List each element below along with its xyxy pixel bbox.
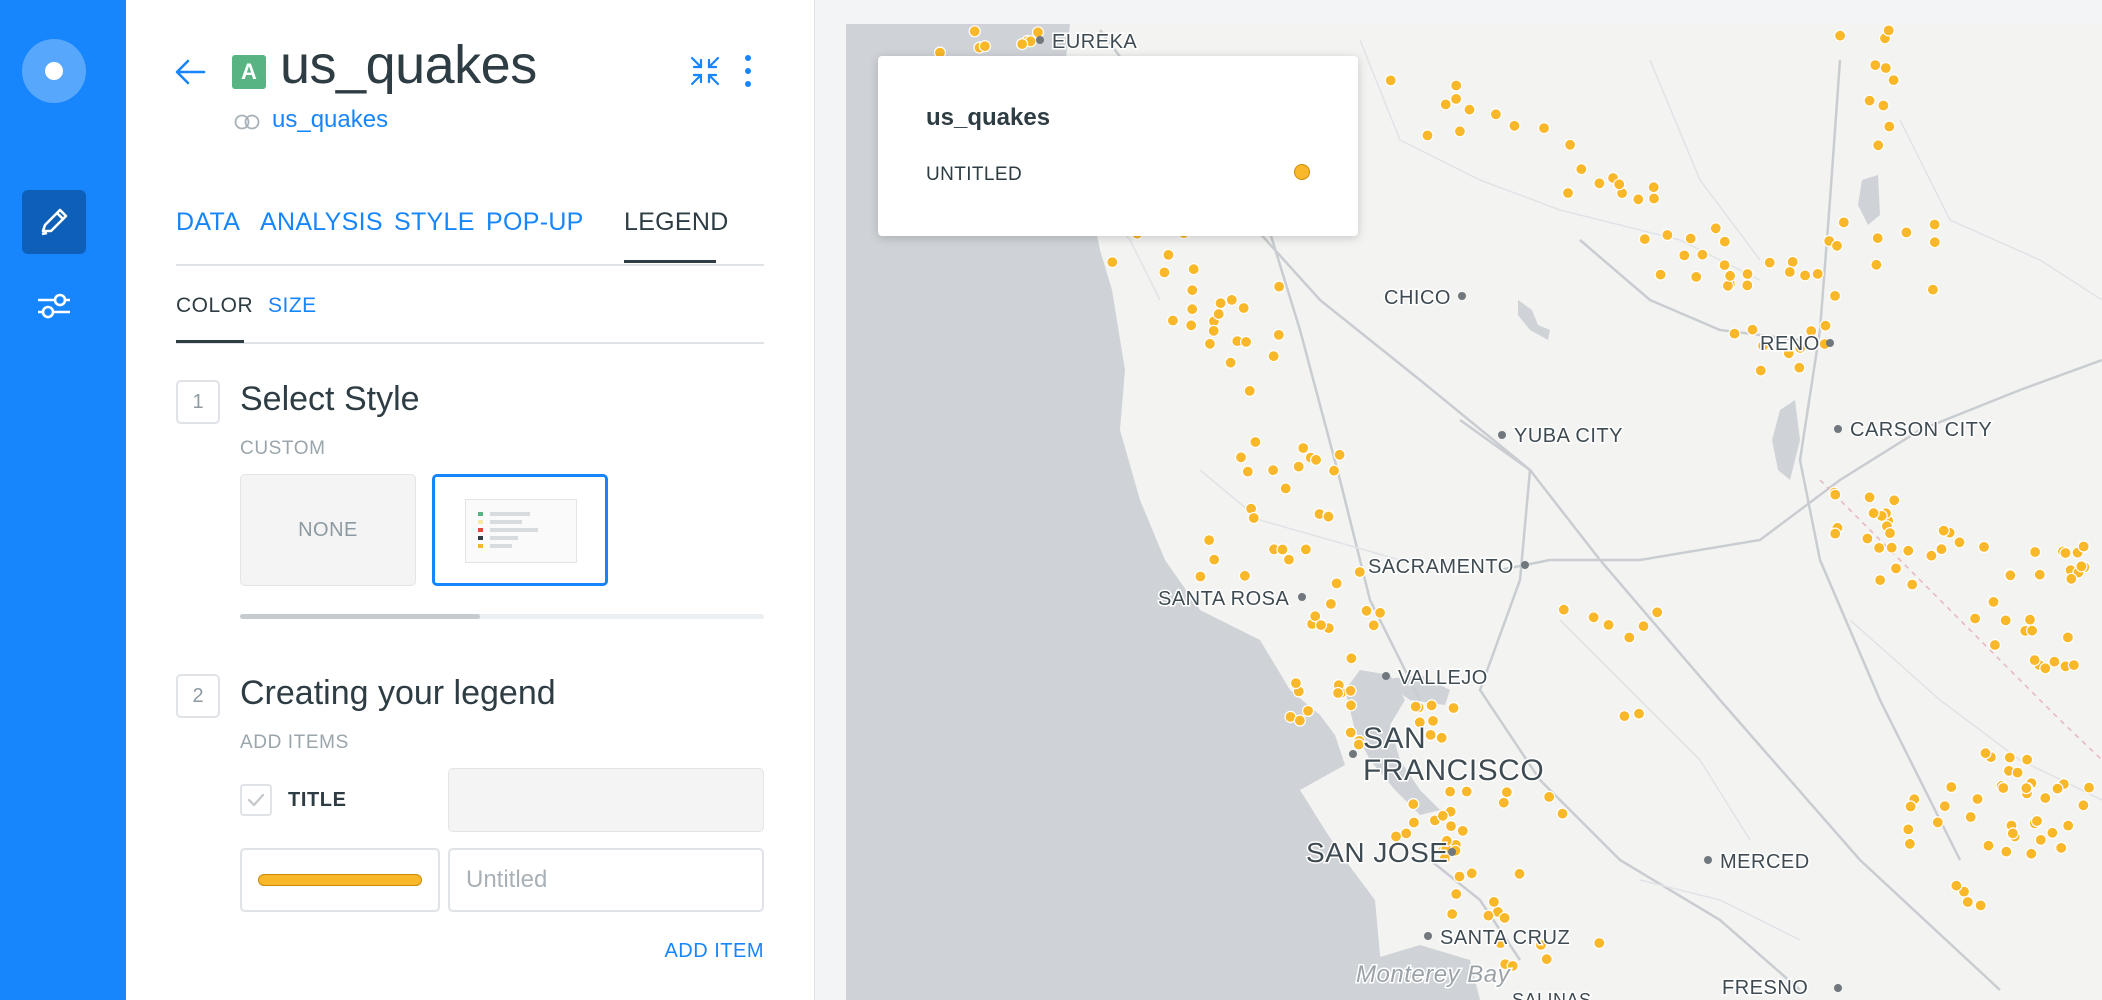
- city-label: SAN JOSE: [1306, 837, 1448, 868]
- subtab-size[interactable]: SIZE: [268, 294, 317, 318]
- active-tab-indicator: [624, 260, 716, 263]
- city-label: RENO: [1760, 333, 1820, 355]
- map-legend-item-label: UNTITLED: [926, 164, 1023, 185]
- sliders-icon: [38, 293, 70, 319]
- pencil-icon: [41, 208, 68, 236]
- title-label: TITLE: [288, 789, 347, 811]
- legend-style-none[interactable]: NONE: [240, 474, 416, 586]
- settings-mode-button[interactable]: [22, 274, 86, 338]
- kebab-menu-icon[interactable]: [736, 52, 760, 90]
- city-label: SANTA CRUZ: [1440, 927, 1570, 949]
- city-label: CARSON CITY: [1850, 419, 1992, 441]
- step-number: 1: [176, 380, 220, 424]
- section-label: CUSTOM: [240, 438, 326, 459]
- tab-popup[interactable]: POP-UP: [486, 208, 584, 237]
- custom-legend-thumbnail: [465, 499, 577, 563]
- logo-icon[interactable]: [22, 39, 86, 103]
- dataset-link[interactable]: us_quakes: [272, 106, 388, 134]
- legend-title-input[interactable]: [448, 768, 764, 832]
- city-label: YUBA CITY: [1514, 425, 1623, 447]
- map-legend-item-swatch: [1294, 164, 1310, 180]
- tab-style[interactable]: STYLE: [394, 208, 475, 237]
- scrollbar-thumb[interactable]: [240, 614, 480, 619]
- city-label: SANTA ROSA: [1158, 588, 1289, 610]
- map-legend: us_quakes UNTITLED: [878, 56, 1358, 236]
- back-arrow-icon[interactable]: [170, 52, 210, 92]
- legend-item-color-bar: [258, 874, 422, 886]
- subtab-color[interactable]: COLOR: [176, 294, 253, 318]
- water-label: Monterey Bay: [1356, 961, 1512, 988]
- city-label: MERCED: [1720, 851, 1810, 873]
- app-rail: [0, 0, 126, 1000]
- city-label: CHICO: [1384, 287, 1451, 309]
- tab-legend[interactable]: LEGEND: [624, 208, 729, 237]
- layer-editor-panel: A us_quakes us_quakes DATA ANALYSIS STYL…: [126, 0, 815, 1000]
- style-options-scrollbar[interactable]: [240, 614, 764, 619]
- city-label: EUREKA: [1052, 31, 1137, 53]
- city-label: SALINAS: [1512, 990, 1592, 1000]
- tab-analysis[interactable]: ANALYSIS: [260, 208, 383, 237]
- legend-style-custom[interactable]: [432, 474, 608, 586]
- legend-subtabs: COLOR SIZE: [176, 280, 764, 344]
- city-label: FRANCISCO: [1363, 754, 1544, 787]
- edit-mode-button[interactable]: [22, 190, 86, 254]
- section-label: ADD ITEMS: [240, 732, 349, 753]
- city-label: SACRAMENTO: [1368, 556, 1514, 578]
- step-number: 2: [176, 674, 220, 718]
- map-legend-title: us_quakes: [926, 104, 1051, 131]
- dataset-toggle-icon: [234, 114, 260, 130]
- add-item-button[interactable]: ADD ITEM: [664, 940, 764, 963]
- title-checkbox[interactable]: [240, 784, 272, 816]
- checkmark-icon: [247, 793, 265, 807]
- layer-title[interactable]: us_quakes: [280, 34, 537, 96]
- city-label: VALLEJO: [1398, 667, 1488, 689]
- collapse-icon[interactable]: [688, 54, 722, 88]
- section-title: Select Style: [240, 380, 420, 418]
- section-title: Creating your legend: [240, 674, 556, 712]
- editor-tabs: DATA ANALYSIS STYLE POP-UP LEGEND: [176, 196, 764, 266]
- city-label: SAN: [1363, 722, 1426, 755]
- city-label: FRESNO: [1722, 977, 1808, 999]
- tab-data[interactable]: DATA: [176, 208, 240, 237]
- legend-item-label-input[interactable]: [448, 848, 764, 912]
- layer-letter-badge: A: [232, 55, 266, 89]
- active-subtab-indicator: [176, 340, 244, 343]
- legend-item-color-picker[interactable]: [240, 848, 440, 912]
